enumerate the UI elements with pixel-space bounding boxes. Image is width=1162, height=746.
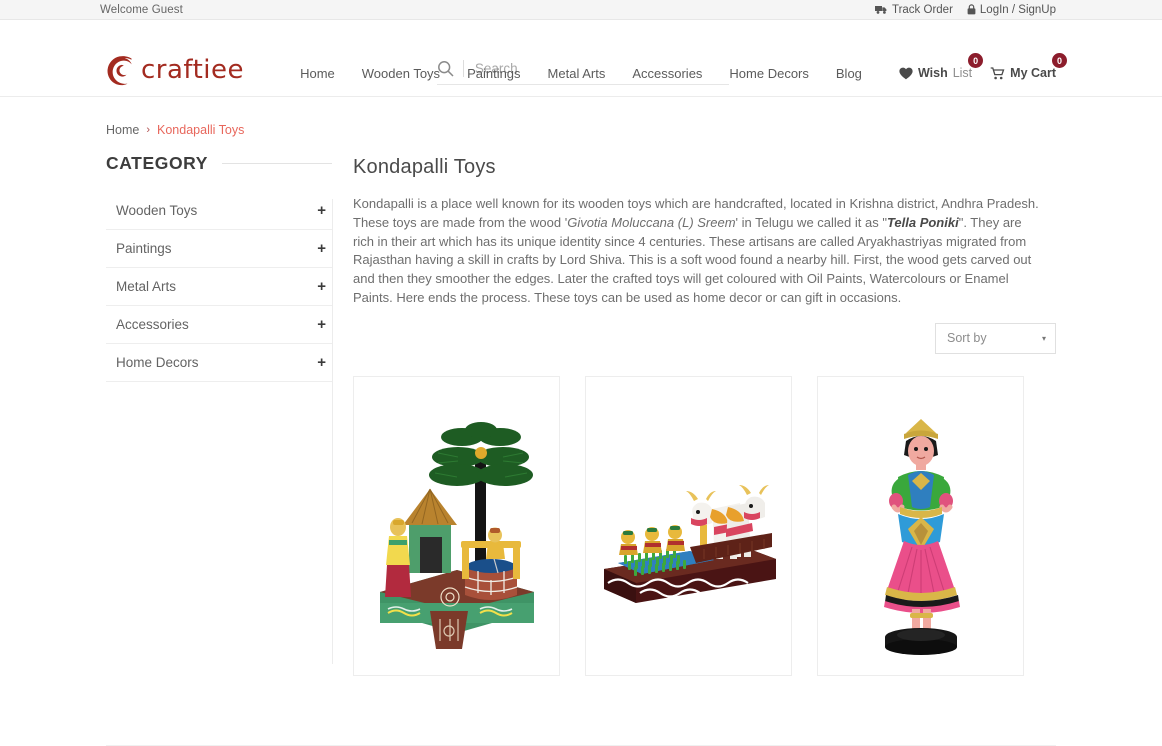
breadcrumb-separator-icon: › [146,124,151,136]
utility-links: Track Order LogIn / SignUp [874,3,1056,16]
category-description: Kondapalli is a place well known for its… [353,195,1045,308]
product-image-bullock-plough-farming-scene [593,396,784,655]
product-card-village-hut-well-scene[interactable] [353,375,560,676]
page-title: Kondapalli Toys [353,156,496,178]
expand-plus-icon[interactable]: + [317,279,330,294]
sidebar-item-label: Home Decors [116,355,199,370]
category-header: CATEGORY [106,153,332,178]
category-list: Wooden Toys + Paintings + Metal Arts + A… [106,192,332,382]
sidebar-item-wooden-toys[interactable]: Wooden Toys + [106,192,332,230]
breadcrumb-home[interactable]: Home [106,123,139,137]
main-navigation: Home Wooden Toys Paintings Metal Arts Ac… [0,66,1162,81]
nav-item-paintings[interactable]: Paintings [467,66,520,81]
content-columns: CATEGORY Wooden Toys + Paintings + Metal… [106,137,1056,676]
expand-plus-icon[interactable]: + [317,241,330,256]
sidebar-item-home-decors[interactable]: Home Decors + [106,344,332,382]
sidebar-divider [332,199,333,664]
sort-row: Sort by ▾ [353,322,1056,354]
nav-item-blog[interactable]: Blog [836,66,862,81]
product-card-bullock-plough-farming-scene[interactable] [585,375,792,676]
utility-bar: Welcome Guest Track Order LogIn / SignUp [0,0,1162,20]
product-image-village-hut-well-scene [361,396,552,655]
sidebar-item-paintings[interactable]: Paintings + [106,230,332,268]
category-sidebar: CATEGORY Wooden Toys + Paintings + Metal… [106,153,333,676]
description-bold-term: Tella Poniki [886,214,959,230]
nav-item-accessories[interactable]: Accessories [632,66,702,81]
product-card-dancing-doll-figurine[interactable] [817,375,1024,676]
sidebar-item-metal-arts[interactable]: Metal Arts + [106,268,332,306]
login-signup-label: LogIn / SignUp [979,3,1056,16]
page-body: Home › Kondapalli Toys CATEGORY Wooden T… [0,97,1162,746]
expand-plus-icon[interactable]: + [317,317,330,332]
sidebar-item-label: Wooden Toys [116,203,198,218]
site-header: craftiee Wish List 0 My Cart 0 Home Wood… [0,20,1162,97]
track-order-label: Track Order [891,3,953,16]
track-order-link[interactable]: Track Order [874,3,953,16]
chevron-down-icon: ▾ [1041,333,1046,343]
expand-plus-icon[interactable]: + [317,203,330,218]
truck-icon [874,5,888,15]
sidebar-item-label: Metal Arts [116,279,177,294]
login-signup-link[interactable]: LogIn / SignUp [967,4,1056,16]
product-image-dancing-doll-figurine [825,396,1016,655]
category-title: CATEGORY [106,153,209,173]
sort-by-select[interactable]: Sort by ▾ [935,322,1056,354]
breadcrumb-current: Kondapalli Toys [157,123,245,137]
nav-item-home[interactable]: Home [300,66,335,81]
welcome-text: Welcome Guest [100,3,183,16]
lock-icon [967,4,976,15]
sort-by-label: Sort by [947,331,987,346]
nav-item-metal-arts[interactable]: Metal Arts [548,66,606,81]
nav-item-home-decors[interactable]: Home Decors [729,66,808,81]
category-rule [222,163,332,164]
nav-item-wooden-toys[interactable]: Wooden Toys [362,66,440,81]
sidebar-item-label: Paintings [116,241,172,256]
breadcrumb: Home › Kondapalli Toys [106,97,1056,137]
expand-plus-icon[interactable]: + [317,355,330,370]
product-grid [353,375,1056,676]
description-italic-term: Givotia Moluccana (L) Sreem [567,214,736,230]
main-content: Kondapalli Toys Kondapalli is a place we… [332,153,1056,676]
sidebar-item-accessories[interactable]: Accessories + [106,306,332,344]
sidebar-item-label: Accessories [116,317,189,332]
description-part-2: ' in Telugu we called it as " [735,214,887,230]
